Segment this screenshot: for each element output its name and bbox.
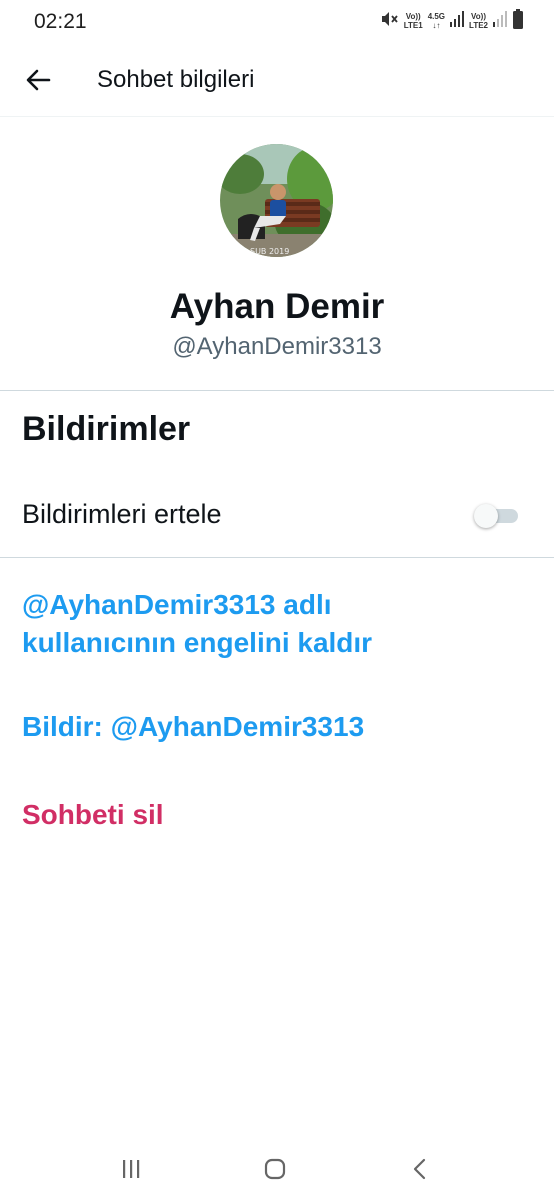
sim1-label: Vo)) LTE1 [403, 12, 423, 30]
notifications-section-title: Bildirimler [22, 410, 191, 448]
report-user-button[interactable]: Bildir: @AyhanDemir3313 [22, 708, 364, 746]
battery-icon [512, 8, 524, 34]
system-nav-bar [0, 1140, 554, 1200]
toggle-thumb [474, 504, 498, 528]
status-icons: Vo)) LTE1 4.5G ↓↑ Vo)) LTE2 [379, 8, 524, 34]
display-name: Ayhan Demir [169, 287, 385, 326]
sim2-label: Vo)) LTE2 [469, 12, 488, 30]
delete-conversation-button[interactable]: Sohbeti sil [22, 796, 164, 834]
snooze-notifications-label: Bildirimleri ertele [22, 499, 222, 529]
unblock-user-button[interactable]: @AyhanDemir3313 adlı kullanıcının engeli… [22, 586, 372, 662]
signal-icon-2 [493, 10, 507, 32]
home-button[interactable] [255, 1152, 295, 1186]
snooze-notifications-row[interactable]: Bildirimleri ertele [0, 475, 554, 558]
status-time: 02:21 [34, 10, 87, 33]
home-icon [264, 1158, 286, 1180]
avatar[interactable]: ŞUB 2019 [220, 144, 333, 257]
nav-back-button[interactable] [400, 1152, 440, 1186]
recents-icon [123, 1160, 140, 1178]
snooze-toggle[interactable] [474, 504, 518, 528]
status-bar: 02:21 Vo)) LTE1 4.5G ↓↑ Vo)) LTE2 [0, 0, 554, 44]
app-bar: Sohbet bilgileri [0, 44, 554, 117]
recents-button[interactable] [111, 1152, 151, 1186]
arrow-left-icon [26, 69, 51, 91]
unblock-line-2: kullanıcının engelini kaldır [22, 627, 373, 658]
user-handle: @AyhanDemir3313 [172, 333, 382, 360]
back-button[interactable] [20, 62, 56, 98]
svg-text:ŞUB 2019: ŞUB 2019 [250, 247, 289, 256]
chevron-left-icon [413, 1158, 426, 1180]
mute-icon [379, 9, 399, 34]
signal-icon-1 [450, 10, 465, 32]
page-title: Sohbet bilgileri [97, 66, 255, 93]
unblock-line-1: @AyhanDemir3313 adlı [22, 589, 332, 620]
net-type-label: 4.5G ↓↑ [427, 12, 446, 30]
profile-header: ŞUB 2019 Ayhan Demir @AyhanDemir3313 [0, 117, 554, 391]
